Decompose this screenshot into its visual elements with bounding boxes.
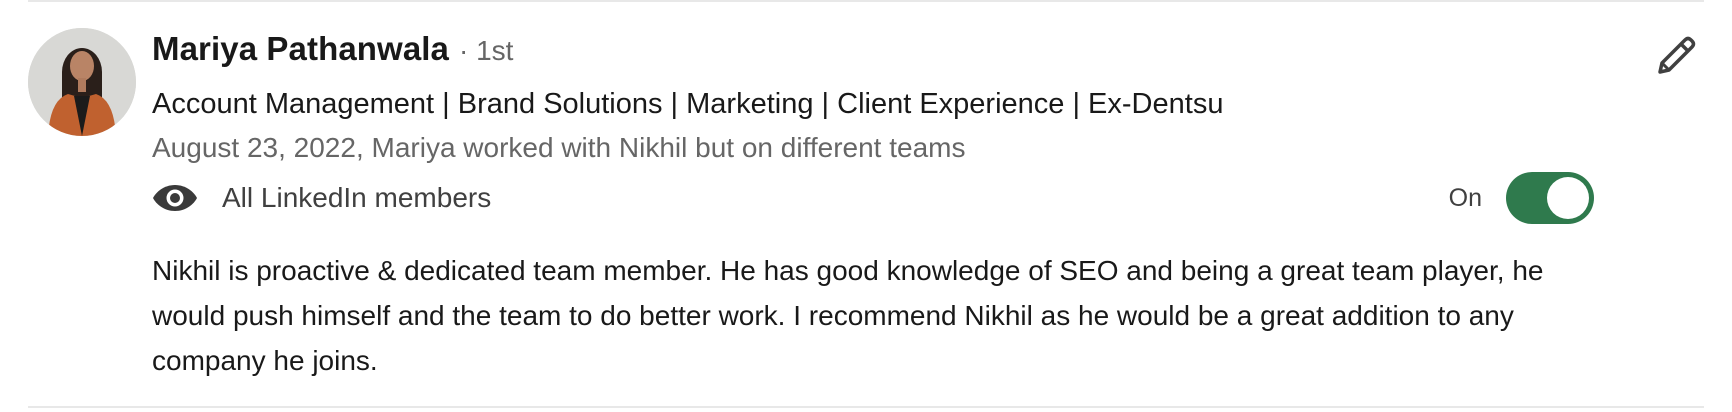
visibility-row: All LinkedIn members On xyxy=(152,170,1672,226)
bottom-divider xyxy=(28,406,1704,408)
recommender-headline: Account Management | Brand Solutions | M… xyxy=(152,88,1224,120)
pencil-icon[interactable] xyxy=(1652,32,1700,80)
avatar[interactable] xyxy=(28,28,136,136)
visibility-toggle[interactable] xyxy=(1506,172,1594,224)
recommender-name[interactable]: Mariya Pathanwala xyxy=(152,30,449,68)
recommendation-text: Nikhil is proactive & dedicated team mem… xyxy=(152,255,1544,376)
toggle-label: On xyxy=(1448,183,1482,212)
top-divider xyxy=(28,0,1704,2)
visibility-label: All LinkedIn members xyxy=(222,182,492,213)
recommendation-card: Mariya Pathanwala · 1st Account Manageme… xyxy=(0,0,1732,412)
name-row: Mariya Pathanwala · 1st xyxy=(152,30,1672,80)
visibility-toggle-group: On xyxy=(1449,172,1594,224)
toggle-knob xyxy=(1547,177,1589,219)
recommendation-content: Mariya Pathanwala · 1st Account Manageme… xyxy=(152,30,1672,383)
connection-degree: · 1st xyxy=(459,35,514,66)
eye-icon xyxy=(152,181,204,215)
recommendation-meta: August 23, 2022, Mariya worked with Nikh… xyxy=(152,132,966,163)
